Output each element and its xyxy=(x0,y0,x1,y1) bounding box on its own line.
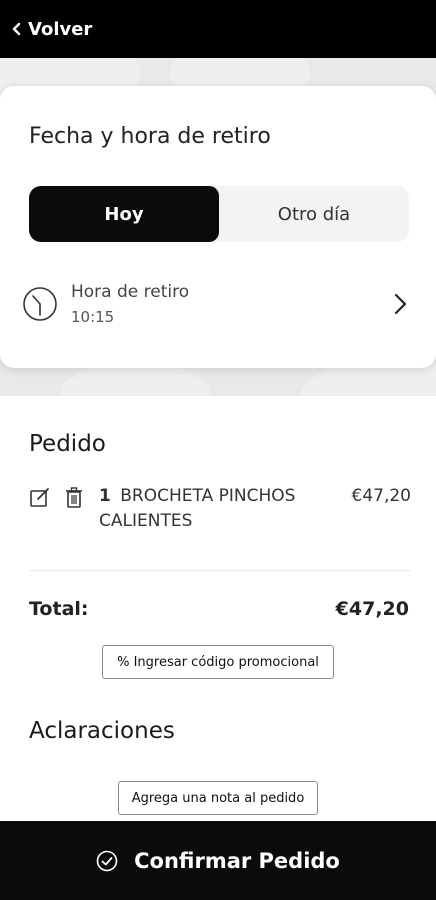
day-selector: Hoy Otro día xyxy=(29,186,409,242)
clock-icon xyxy=(23,287,57,321)
edit-icon[interactable] xyxy=(29,486,51,508)
top-bar: Volver xyxy=(0,0,436,58)
add-note-button[interactable]: Agrega una nota al pedido xyxy=(118,781,318,815)
total-value: €47,20 xyxy=(335,598,409,620)
order-item-row: 1 BROCHETA PINCHOS CALIENTES €47,20 xyxy=(29,484,411,534)
option-other-day[interactable]: Otro día xyxy=(219,186,409,242)
item-name: BROCHETA PINCHOS CALIENTES xyxy=(99,486,296,531)
item-quantity: 1 xyxy=(99,486,111,506)
trash-icon[interactable] xyxy=(63,486,85,508)
pickup-time-row[interactable]: Hora de retiro 10:15 xyxy=(22,276,410,332)
option-today[interactable]: Hoy xyxy=(29,186,219,242)
pickup-title: Fecha y hora de retiro xyxy=(29,124,271,149)
item-price: €47,20 xyxy=(351,486,411,506)
promo-code-button[interactable]: % Ingresar código promocional xyxy=(102,645,334,679)
order-title: Pedido xyxy=(29,431,106,457)
pickup-time-label: Hora de retiro xyxy=(71,282,190,302)
check-circle-icon xyxy=(96,850,118,871)
chevron-right-icon xyxy=(394,293,407,315)
confirm-order-label: Confirmar Pedido xyxy=(134,848,340,873)
item-description: 1 BROCHETA PINCHOS CALIENTES xyxy=(99,484,329,534)
notes-title: Aclaraciones xyxy=(29,718,175,744)
pickup-card: Fecha y hora de retiro Hoy Otro día Hora… xyxy=(0,86,436,368)
divider xyxy=(29,570,411,571)
back-button[interactable]: Volver xyxy=(10,19,92,40)
confirm-order-button[interactable]: Confirmar Pedido xyxy=(0,821,436,900)
pickup-time-text: Hora de retiro 10:15 xyxy=(71,282,390,326)
chevron-left-icon xyxy=(12,22,21,36)
back-label: Volver xyxy=(28,18,93,40)
pickup-time-value: 10:15 xyxy=(71,308,115,326)
total-label: Total: xyxy=(29,598,89,620)
